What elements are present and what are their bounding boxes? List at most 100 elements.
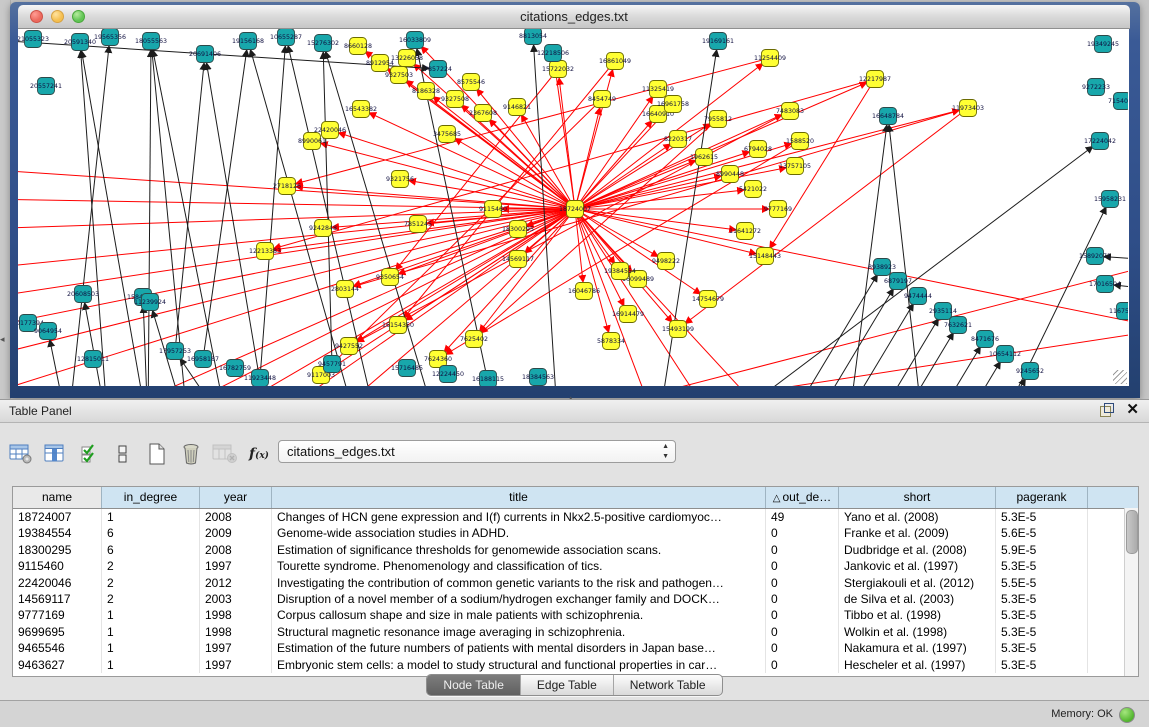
table-cell-pagerank[interactable]: 5.3E-5 xyxy=(996,657,1088,673)
table-cell-name[interactable]: 9777169 xyxy=(13,607,102,623)
tab-edge-table[interactable]: Edge Table xyxy=(521,675,614,695)
table-cell-year[interactable]: 1998 xyxy=(200,607,272,623)
table-cell-name[interactable]: 18300295 xyxy=(13,542,102,558)
table-cell-name[interactable]: 9463627 xyxy=(13,657,102,673)
table-cell-out_de[interactable]: 0 xyxy=(766,575,839,591)
table-cell-name[interactable]: 9699695 xyxy=(13,624,102,640)
table-cell-year[interactable]: 2008 xyxy=(200,542,272,558)
citation-edge-black[interactable] xyxy=(203,41,248,359)
table-cell-title[interactable]: Disruption of a novel member of a sodium… xyxy=(272,591,766,607)
column-header-year[interactable]: year xyxy=(200,487,272,508)
table-cell-title[interactable]: Estimation of the future numbers of pati… xyxy=(272,640,766,656)
table-cell-pagerank[interactable]: 5.3E-5 xyxy=(996,591,1088,607)
citation-edge-black[interactable] xyxy=(286,37,378,386)
table-row[interactable]: 1456911722003Disruption of a novel membe… xyxy=(13,591,1138,607)
table-cell-pagerank[interactable]: 5.3E-5 xyxy=(996,640,1088,656)
resize-grip[interactable] xyxy=(1113,370,1127,384)
table-cell-out_de[interactable]: 0 xyxy=(766,607,839,623)
table-cell-pagerank[interactable]: 5.9E-5 xyxy=(996,542,1088,558)
table-row[interactable]: 946362711997Embryonic stem cells: a mode… xyxy=(13,657,1138,673)
table-cell-pagerank[interactable]: 5.3E-5 xyxy=(996,607,1088,623)
table-cell-pagerank[interactable]: 5.3E-5 xyxy=(996,558,1088,574)
table-cell-pagerank[interactable]: 5.5E-5 xyxy=(996,575,1088,591)
citation-edge-black[interactable] xyxy=(848,116,888,386)
citation-edge-black[interactable] xyxy=(260,37,286,378)
function-builder-button[interactable]: f(x) xyxy=(244,439,274,469)
table-cell-year[interactable]: 1997 xyxy=(200,657,272,673)
table-cell-out_de[interactable]: 0 xyxy=(766,624,839,640)
table-cell-out_de[interactable]: 0 xyxy=(766,558,839,574)
table-row[interactable]: 946554611997Estimation of the future num… xyxy=(13,640,1138,656)
table-cell-in_degree[interactable]: 1 xyxy=(102,607,200,623)
show-columns-button[interactable] xyxy=(40,439,70,469)
table-cell-year[interactable]: 2003 xyxy=(200,591,272,607)
table-cell-short[interactable]: Tibbo et al. (1998) xyxy=(839,607,996,623)
table-cell-in_degree[interactable]: 2 xyxy=(102,558,200,574)
citation-edge-black[interactable] xyxy=(888,116,923,386)
table-cell-out_de[interactable]: 0 xyxy=(766,640,839,656)
table-cell-year[interactable]: 1997 xyxy=(200,640,272,656)
table-cell-short[interactable]: Franke et al. (2009) xyxy=(839,525,996,541)
table-cell-title[interactable]: Genome-wide association studies in ADHD. xyxy=(272,525,766,541)
float-panel-icon[interactable] xyxy=(1100,403,1114,417)
select-columns-button[interactable] xyxy=(74,439,104,469)
citation-edge-black[interactable] xyxy=(718,141,1100,386)
citation-edge-black[interactable] xyxy=(148,41,151,386)
table-row[interactable]: 1938455462009Genome-wide association stu… xyxy=(13,525,1138,541)
citation-edge-black[interactable] xyxy=(762,267,882,386)
table-cell-year[interactable]: 2008 xyxy=(200,509,272,525)
table-cell-year[interactable]: 2009 xyxy=(200,525,272,541)
table-cell-in_degree[interactable]: 6 xyxy=(102,542,200,558)
table-cell-short[interactable]: Wolkin et al. (1998) xyxy=(839,624,996,640)
table-cell-out_de[interactable]: 0 xyxy=(766,525,839,541)
table-cell-in_degree[interactable]: 1 xyxy=(102,640,200,656)
memory-status-indicator[interactable] xyxy=(1119,707,1135,723)
table-cell-year[interactable]: 1997 xyxy=(200,558,272,574)
close-panel-icon[interactable]: ✕ xyxy=(1126,403,1139,417)
table-cell-name[interactable]: 14569117 xyxy=(13,591,102,607)
table-cell-in_degree[interactable]: 1 xyxy=(102,624,200,640)
table-cell-title[interactable]: Estimation of significance thresholds fo… xyxy=(272,542,766,558)
table-cell-name[interactable]: 9465546 xyxy=(13,640,102,656)
column-header-short[interactable]: short xyxy=(839,487,996,508)
table-cell-title[interactable]: Embryonic stem cells: a model to study s… xyxy=(272,657,766,673)
citation-edge-black[interactable] xyxy=(823,311,943,386)
citation-edge-red[interactable] xyxy=(18,209,575,329)
citation-edge-black[interactable] xyxy=(68,37,110,386)
column-header-in_degree[interactable]: in_degree xyxy=(102,487,200,508)
table-cell-year[interactable]: 2012 xyxy=(200,575,272,591)
table-cell-in_degree[interactable]: 1 xyxy=(102,657,200,673)
table-cell-name[interactable]: 19384554 xyxy=(13,525,102,541)
table-cell-title[interactable]: Structural magnetic resonance image aver… xyxy=(272,624,766,640)
citation-edge-black[interactable] xyxy=(248,41,358,386)
table-cell-title[interactable]: Tourette syndrome. Phenomenology and cla… xyxy=(272,558,766,574)
table-cell-in_degree[interactable]: 2 xyxy=(102,575,200,591)
citation-edge-black[interactable] xyxy=(865,339,985,386)
table-cell-name[interactable]: 22420046 xyxy=(13,575,102,591)
network-canvas[interactable]: 1872400786601288912954132260589327503165… xyxy=(18,29,1129,386)
citation-network-graph[interactable]: 1872400786601288912954132260589327503165… xyxy=(18,29,1128,386)
table-cell-title[interactable]: Corpus callosum shape and size in male p… xyxy=(272,607,766,623)
table-cell-short[interactable]: Dudbridge et al. (2008) xyxy=(839,542,996,558)
table-row[interactable]: 1830029562008Estimation of significance … xyxy=(13,542,1138,558)
table-vertical-scrollbar[interactable] xyxy=(1124,508,1138,676)
table-cell-in_degree[interactable]: 2 xyxy=(102,591,200,607)
tab-network-table[interactable]: Network Table xyxy=(614,675,722,695)
table-cell-out_de[interactable]: 49 xyxy=(766,509,839,525)
column-header-title[interactable]: title xyxy=(272,487,766,508)
tab-node-table[interactable]: Node Table xyxy=(427,675,521,695)
table-row[interactable]: 1872400712008Changes of HCN gene express… xyxy=(13,509,1138,525)
citation-edge-black[interactable] xyxy=(151,41,228,386)
table-select-dropdown[interactable]: citations_edges.txt ▲▼ xyxy=(278,440,676,463)
table-cell-out_de[interactable]: 0 xyxy=(766,542,839,558)
table-cell-pagerank[interactable]: 5.6E-5 xyxy=(996,525,1088,541)
table-cell-in_degree[interactable]: 6 xyxy=(102,525,200,541)
table-cell-out_de[interactable]: 0 xyxy=(766,591,839,607)
scrollbar-thumb[interactable] xyxy=(1126,510,1138,554)
table-row[interactable]: 977716911998Corpus callosum shape and si… xyxy=(13,607,1138,623)
column-header-name[interactable]: name xyxy=(13,487,102,508)
network-window-titlebar[interactable]: citations_edges.txt xyxy=(18,5,1130,29)
table-settings-button[interactable] xyxy=(6,439,36,469)
table-cell-name[interactable]: 9115460 xyxy=(13,558,102,574)
new-column-button[interactable] xyxy=(142,439,172,469)
